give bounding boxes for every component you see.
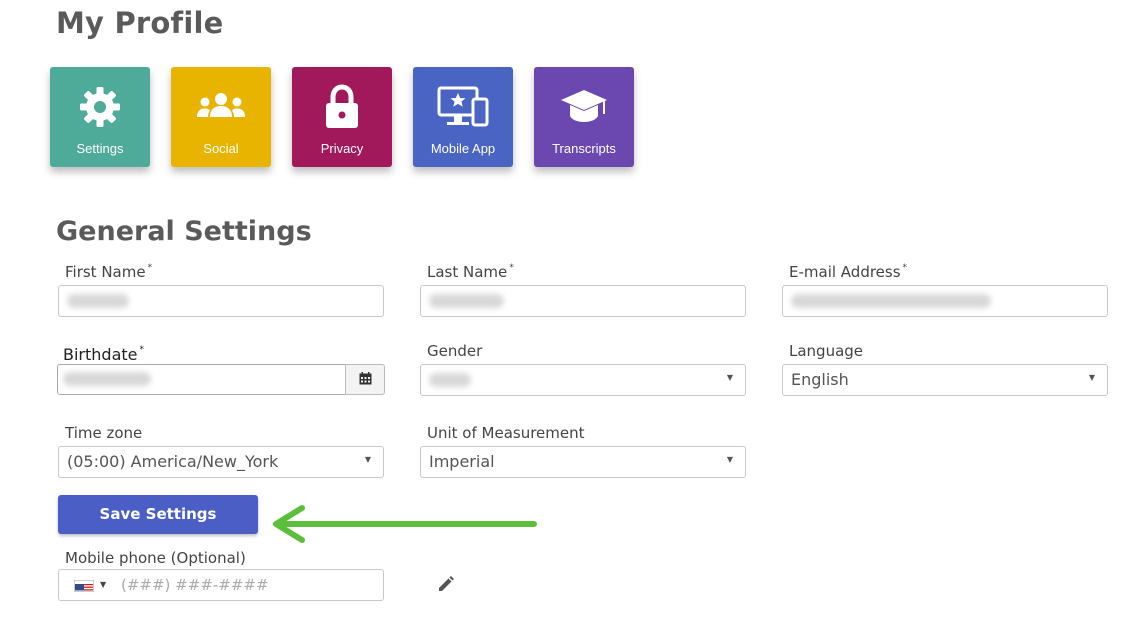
unit-value: Imperial: [429, 452, 495, 471]
desktop-mobile-icon: [413, 84, 513, 130]
birthdate-label: Birthdate *: [63, 345, 144, 364]
users-icon: [171, 84, 271, 130]
tile-label: Settings: [76, 141, 124, 156]
chevron-down-icon: ▼: [1088, 373, 1095, 382]
gender-label: Gender: [427, 342, 483, 360]
pencil-icon[interactable]: [437, 575, 455, 597]
first-name-input[interactable]: [58, 285, 384, 317]
chevron-down-icon: ▼: [726, 455, 733, 464]
birthdate-input[interactable]: [57, 364, 347, 395]
tile-mobile-app[interactable]: Mobile App: [413, 67, 513, 167]
chevron-down-icon: ▼: [364, 455, 371, 464]
graduation-cap-icon: [534, 84, 634, 130]
us-flag-icon[interactable]: [74, 580, 94, 592]
save-settings-button[interactable]: Save Settings: [58, 495, 258, 534]
email-input[interactable]: [782, 285, 1108, 317]
last-name-input[interactable]: [420, 285, 746, 317]
chevron-down-icon: ▼: [726, 373, 733, 382]
calendar-icon: [359, 370, 372, 389]
tile-label: Mobile App: [430, 141, 496, 156]
tile-privacy[interactable]: Privacy: [292, 67, 392, 167]
gender-select[interactable]: ▼: [420, 364, 746, 396]
timezone-label: Time zone: [65, 424, 143, 442]
page-title: My Profile: [56, 6, 224, 40]
annotation-arrow: [273, 505, 537, 543]
calendar-button[interactable]: [345, 364, 385, 395]
language-select[interactable]: English ▼: [782, 364, 1108, 396]
tile-label: Privacy: [320, 141, 364, 156]
tile-label: Transcripts: [552, 141, 616, 156]
tile-settings[interactable]: Settings: [50, 67, 150, 167]
email-label: E-mail Address *: [789, 263, 908, 281]
lock-icon: [292, 84, 392, 130]
chevron-down-icon: ▼: [100, 580, 107, 589]
mobile-phone-label: Mobile phone (Optional): [65, 549, 246, 567]
mobile-phone-input[interactable]: ▼ (###) ###-####: [58, 569, 384, 601]
last-name-label: Last Name *: [427, 263, 514, 281]
first-name-label: First Name *: [65, 263, 153, 281]
tile-label: Social: [203, 141, 239, 156]
unit-select[interactable]: Imperial ▼: [420, 446, 746, 478]
language-value: English: [791, 370, 849, 389]
unit-label: Unit of Measurement: [427, 424, 585, 442]
tile-social[interactable]: Social: [171, 67, 271, 167]
language-label: Language: [789, 342, 864, 360]
timezone-select[interactable]: (05:00) America/New_York ▼: [58, 446, 384, 478]
tile-transcripts[interactable]: Transcripts: [534, 67, 634, 167]
timezone-value: (05:00) America/New_York: [67, 452, 279, 471]
phone-placeholder: (###) ###-####: [121, 576, 269, 594]
section-title: General Settings: [56, 216, 312, 247]
gear-icon: [50, 84, 150, 130]
